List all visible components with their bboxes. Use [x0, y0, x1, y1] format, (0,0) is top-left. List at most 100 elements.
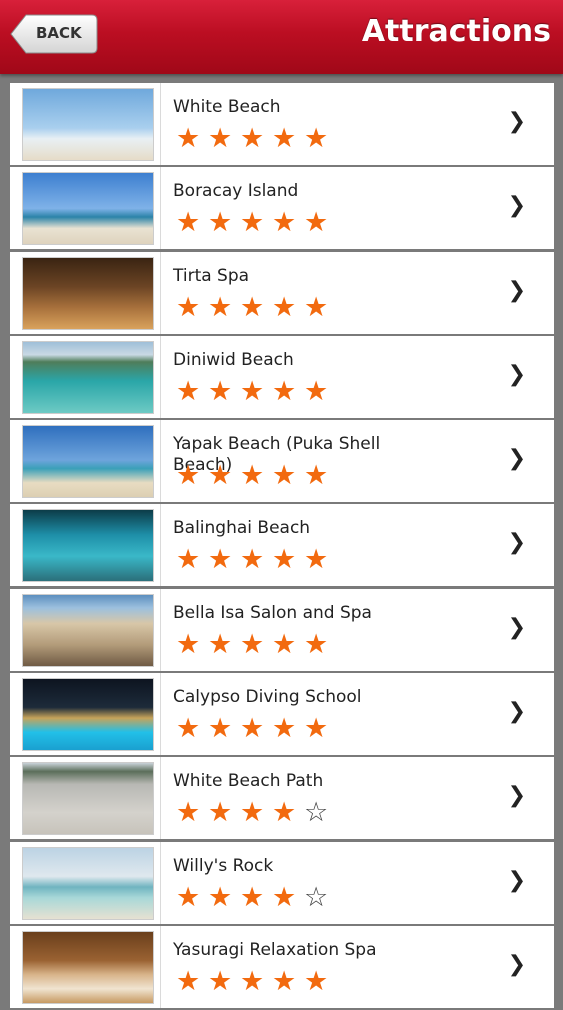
attraction-name: White Beach Path	[173, 771, 324, 792]
attractions-list: White Beach ★ ★ ★ ★ ★ ❯ Boracay Island ★ ★ ★ ★ ★…	[10, 83, 554, 1010]
list-item[interactable]: Calypso Diving School ★ ★ ★ ★ ★ ❯	[10, 673, 554, 756]
list-item[interactable]: Yapak Beach (Puka Shell Beach) ★ ★ ★ ★ ★ ❯	[10, 420, 554, 503]
thumbnail-image	[23, 510, 153, 582]
star-filled-icon: ★	[208, 881, 233, 913]
star-filled-icon: ★	[240, 291, 265, 323]
thumbnail-cell	[10, 504, 161, 587]
star-filled-icon: ★	[304, 460, 329, 492]
star-outline-icon: ☆	[304, 881, 329, 913]
thumbnail-cell	[10, 925, 161, 1008]
attraction-name: White Beach	[173, 97, 281, 117]
thumbnail-cell	[10, 167, 161, 250]
star-filled-icon: ★	[272, 628, 297, 660]
star-filled-icon: ★	[240, 881, 265, 913]
star-filled-icon: ★	[176, 291, 201, 323]
star-filled-icon: ★	[272, 881, 297, 913]
chevron-right-icon: ❯	[507, 109, 526, 134]
star-filled-icon: ★	[304, 965, 329, 997]
list-item[interactable]: Balinghai Beach ★ ★ ★ ★ ★ ❯	[10, 504, 554, 587]
thumbnail-cell	[10, 757, 161, 840]
chevron-right-icon: ❯	[507, 614, 526, 640]
attraction-name: Calypso Diving School	[173, 687, 362, 708]
star-filled-icon: ★	[208, 460, 233, 492]
star-filled-icon: ★	[240, 713, 265, 745]
list-item[interactable]: White Beach Path ★ ★ ★ ★ ☆ ❯	[10, 757, 554, 840]
chevron-right-icon: ❯	[507, 361, 526, 387]
attraction-name: Bella Isa Salon and Spa	[173, 602, 372, 623]
back-button[interactable]: BACK	[10, 14, 98, 54]
star-filled-icon: ★	[304, 375, 329, 407]
star-filled-icon: ★	[272, 965, 297, 997]
navbar: BACK Attractions	[0, 0, 563, 74]
attraction-name: Diniwid Beach	[173, 349, 294, 370]
list-item[interactable]: Boracay Island ★ ★ ★ ★ ★ ❯	[10, 167, 554, 250]
thumbnail-image	[23, 341, 153, 413]
thumbnail-image	[23, 89, 153, 160]
thumbnail-cell	[10, 588, 161, 671]
chevron-right-icon: ❯	[507, 699, 526, 725]
star-filled-icon: ★	[272, 544, 297, 576]
thumbnail-image	[23, 763, 153, 835]
star-filled-icon: ★	[272, 375, 297, 407]
star-filled-icon: ★	[272, 460, 297, 492]
star-filled-icon: ★	[304, 713, 329, 745]
star-filled-icon: ★	[208, 123, 233, 154]
star-filled-icon: ★	[240, 797, 265, 829]
star-filled-icon: ★	[176, 713, 201, 745]
star-filled-icon: ★	[208, 713, 233, 745]
attraction-name: Boracay Island	[173, 181, 299, 202]
star-filled-icon: ★	[240, 375, 265, 407]
star-filled-icon: ★	[272, 123, 297, 154]
thumbnail-cell	[10, 673, 161, 756]
thumbnail-cell	[10, 335, 161, 418]
list-item[interactable]: Willy's Rock ★ ★ ★ ★ ☆ ❯	[10, 841, 554, 924]
thumbnail-image	[23, 931, 153, 1003]
attraction-name: Balinghai Beach	[173, 518, 311, 539]
star-filled-icon: ★	[176, 797, 201, 829]
chevron-right-icon: ❯	[507, 783, 526, 809]
star-filled-icon: ★	[208, 544, 233, 576]
list-item[interactable]: Diniwid Beach ★ ★ ★ ★ ★ ❯	[10, 335, 554, 418]
star-filled-icon: ★	[240, 123, 265, 154]
star-filled-icon: ★	[272, 713, 297, 745]
thumbnail-image	[23, 257, 153, 329]
star-filled-icon: ★	[176, 123, 201, 154]
list-item[interactable]: Yasuragi Relaxation Spa ★ ★ ★ ★ ★ ❯	[10, 925, 554, 1008]
thumbnail-cell	[10, 251, 161, 334]
thumbnail-cell	[10, 420, 161, 503]
star-filled-icon: ★	[240, 965, 265, 997]
list-item[interactable]: Bella Isa Salon and Spa ★ ★ ★ ★ ★ ❯	[10, 588, 554, 671]
star-filled-icon: ★	[176, 544, 201, 576]
chevron-right-icon: ❯	[507, 867, 526, 893]
thumbnail-image	[23, 173, 153, 245]
star-filled-icon: ★	[304, 291, 329, 323]
chevron-right-icon: ❯	[507, 193, 526, 219]
thumbnail-image	[23, 594, 153, 666]
page-title: Attractions	[361, 14, 551, 49]
star-filled-icon: ★	[240, 207, 265, 239]
star-filled-icon: ★	[176, 460, 201, 492]
star-filled-icon: ★	[240, 460, 265, 492]
star-filled-icon: ★	[304, 123, 329, 154]
star-filled-icon: ★	[208, 291, 233, 323]
thumbnail-image	[23, 847, 153, 919]
list-item[interactable]: White Beach ★ ★ ★ ★ ★ ❯	[10, 83, 554, 165]
star-filled-icon: ★	[208, 628, 233, 660]
star-filled-icon: ★	[304, 544, 329, 576]
list-item[interactable]: Tirta Spa ★ ★ ★ ★ ★ ❯	[10, 251, 554, 334]
star-filled-icon: ★	[304, 207, 329, 239]
back-button-label: BACK	[36, 24, 82, 42]
attraction-name: Yasuragi Relaxation Spa	[173, 939, 377, 960]
star-filled-icon: ★	[208, 797, 233, 829]
star-filled-icon: ★	[272, 291, 297, 323]
thumbnail-cell	[10, 83, 161, 165]
star-filled-icon: ★	[304, 628, 329, 660]
chevron-right-icon: ❯	[507, 951, 526, 977]
attraction-name: Tirta Spa	[173, 265, 250, 286]
star-filled-icon: ★	[272, 207, 297, 239]
star-filled-icon: ★	[176, 881, 201, 913]
thumbnail-cell	[10, 841, 161, 924]
star-filled-icon: ★	[272, 797, 297, 829]
star-filled-icon: ★	[240, 544, 265, 576]
thumbnail-image	[23, 426, 153, 498]
